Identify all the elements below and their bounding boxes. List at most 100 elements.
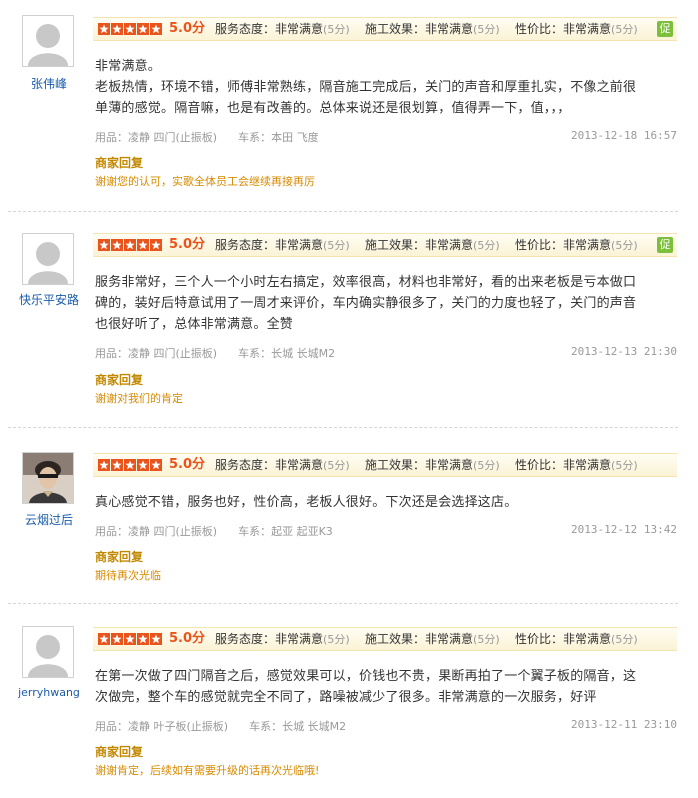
car-label: 车系： (238, 525, 272, 538)
username[interactable]: 快乐平安路 (0, 291, 98, 308)
service-rating: 服务态度：非常满意(5分) (215, 21, 350, 38)
star-icon (111, 459, 123, 471)
service-value: 非常满意 (275, 22, 324, 36)
review-meta: 用品：凌静 四门(止振板) 车系：起亚 起亚K3 2013-12-12 13:4… (95, 523, 677, 539)
avatar[interactable] (22, 452, 74, 504)
star-icon (137, 459, 149, 471)
effect-label: 施工效果： (365, 458, 426, 472)
product-value: 凌静 四门(止振板) (128, 525, 218, 538)
effect-points: (5分) (473, 239, 500, 252)
value-value: 非常满意 (563, 22, 612, 36)
effect-value: 非常满意 (425, 632, 474, 646)
service-label: 服务态度： (215, 632, 276, 646)
default-avatar-icon (23, 627, 73, 677)
value-value: 非常满意 (563, 632, 612, 646)
rating-bar: 5.0分 服务态度：非常满意(5分) 施工效果：非常满意(5分) 性价比：非常满… (93, 627, 677, 651)
star-icon (137, 239, 149, 251)
reply-text: 谢谢对我们的肯定 (95, 392, 183, 405)
car-value: 本田 飞度 (271, 131, 319, 144)
reply-text: 谢谢肯定，后续如有需要升级的话再次光临哦! (95, 764, 320, 777)
star-icon (124, 23, 136, 35)
username[interactable]: 张伟峰 (0, 75, 98, 92)
star-icon (111, 633, 123, 645)
value-label: 性价比： (515, 632, 564, 646)
photo-avatar-icon (23, 453, 73, 503)
review-content: 非常满意。 老板热情，环境不错，师傅非常熟练，隔音施工完成后，关门的声音和厚重扎… (95, 56, 677, 119)
effect-rating: 施工效果：非常满意(5分) (365, 457, 500, 474)
product-value: 凌静 叶子板(止振板) (128, 720, 229, 733)
value-points: (5分) (611, 239, 638, 252)
effect-points: (5分) (473, 633, 500, 646)
review-meta: 用品：凌静 叶子板(止振板) 车系：长城 长城M2 2013-12-11 23:… (95, 718, 677, 734)
star-rating (98, 239, 164, 251)
service-label: 服务态度： (215, 238, 276, 252)
product-label: 用品： (95, 720, 128, 733)
review-date: 2013-12-18 16:57 (571, 129, 677, 142)
effect-label: 施工效果： (365, 22, 426, 36)
star-icon (98, 633, 110, 645)
star-icon (124, 633, 136, 645)
product-value: 凌静 四门(止振板) (128, 131, 218, 144)
content-line: 也很好听了，总体非常满意。全赞 (95, 317, 294, 332)
star-icon (111, 23, 123, 35)
value-value: 非常满意 (563, 458, 612, 472)
effect-label: 施工效果： (365, 238, 426, 252)
username[interactable]: 云烟过后 (0, 511, 98, 528)
product-label: 用品： (95, 525, 128, 538)
effect-rating: 施工效果：非常满意(5分) (365, 237, 500, 254)
content-line: 次做完，整个车的感觉就完全不同了，路噪被减少了很多。非常满意的一次服务，好评 (95, 690, 597, 705)
service-value: 非常满意 (275, 238, 324, 252)
service-points: (5分) (323, 633, 350, 646)
star-icon (98, 239, 110, 251)
car-label: 车系： (238, 131, 272, 144)
service-points: (5分) (323, 239, 350, 252)
review-date: 2013-12-13 21:30 (571, 345, 677, 358)
avatar[interactable] (22, 15, 74, 67)
username[interactable]: jerryhwang (0, 686, 98, 699)
review-meta: 用品：凌静 四门(止振板) 车系：长城 长城M2 2013-12-13 21:3… (95, 345, 677, 361)
reply-title: 商家回复 (95, 550, 144, 564)
star-icon (150, 459, 162, 471)
service-value: 非常满意 (275, 458, 324, 472)
review-content: 在第一次做了四门隔音之后，感觉效果可以，价钱也不贵，果断再拍了一个翼子板的隔音，… (95, 666, 677, 708)
value-rating: 性价比：非常满意(5分) (515, 631, 638, 648)
avatar[interactable] (22, 233, 74, 285)
star-icon (150, 633, 162, 645)
score: 5.0分 (169, 21, 206, 36)
content-line: 单薄的感觉。隔音嘛，也是有改善的。总体来说还是很划算，值得弄一下，值，，， (95, 101, 571, 116)
effect-value: 非常满意 (425, 22, 474, 36)
value-value: 非常满意 (563, 238, 612, 252)
car-label: 车系： (249, 720, 283, 733)
service-label: 服务态度： (215, 22, 276, 36)
service-rating: 服务态度：非常满意(5分) (215, 457, 350, 474)
car-value: 长城 长城M2 (271, 347, 336, 360)
review-meta: 用品：凌静 四门(止振板) 车系：本田 飞度 2013-12-18 16:57 (95, 129, 677, 145)
rating-bar: 5.0分 服务态度：非常满意(5分) 施工效果：非常满意(5分) 性价比：非常满… (93, 233, 677, 257)
value-label: 性价比： (515, 22, 564, 36)
divider (8, 427, 678, 428)
service-points: (5分) (323, 23, 350, 36)
product-value: 凌静 四门(止振板) (128, 347, 218, 360)
reply-title: 商家回复 (95, 373, 144, 387)
effect-value: 非常满意 (425, 458, 474, 472)
star-icon (137, 633, 149, 645)
effect-rating: 施工效果：非常满意(5分) (365, 631, 500, 648)
default-avatar-icon (23, 16, 73, 66)
avatar[interactable] (22, 626, 74, 678)
product-label: 用品： (95, 347, 128, 360)
star-rating (98, 459, 164, 471)
effect-label: 施工效果： (365, 632, 426, 646)
value-points: (5分) (611, 459, 638, 472)
service-points: (5分) (323, 459, 350, 472)
rating-bar: 5.0分 服务态度：非常满意(5分) 施工效果：非常满意(5分) 性价比：非常满… (93, 453, 677, 477)
value-rating: 性价比：非常满意(5分) (515, 237, 638, 254)
review-content: 真心感觉不错，服务也好，性价高，老板人很好。下次还是会选择这店。 (95, 492, 677, 513)
star-icon (150, 23, 162, 35)
divider (8, 211, 678, 212)
value-rating: 性价比：非常满意(5分) (515, 21, 638, 38)
effect-points: (5分) (473, 459, 500, 472)
effect-points: (5分) (473, 23, 500, 36)
reply-text: 期待再次光临 (95, 569, 161, 582)
car-value: 长城 长城M2 (282, 720, 347, 733)
product-label: 用品： (95, 131, 128, 144)
